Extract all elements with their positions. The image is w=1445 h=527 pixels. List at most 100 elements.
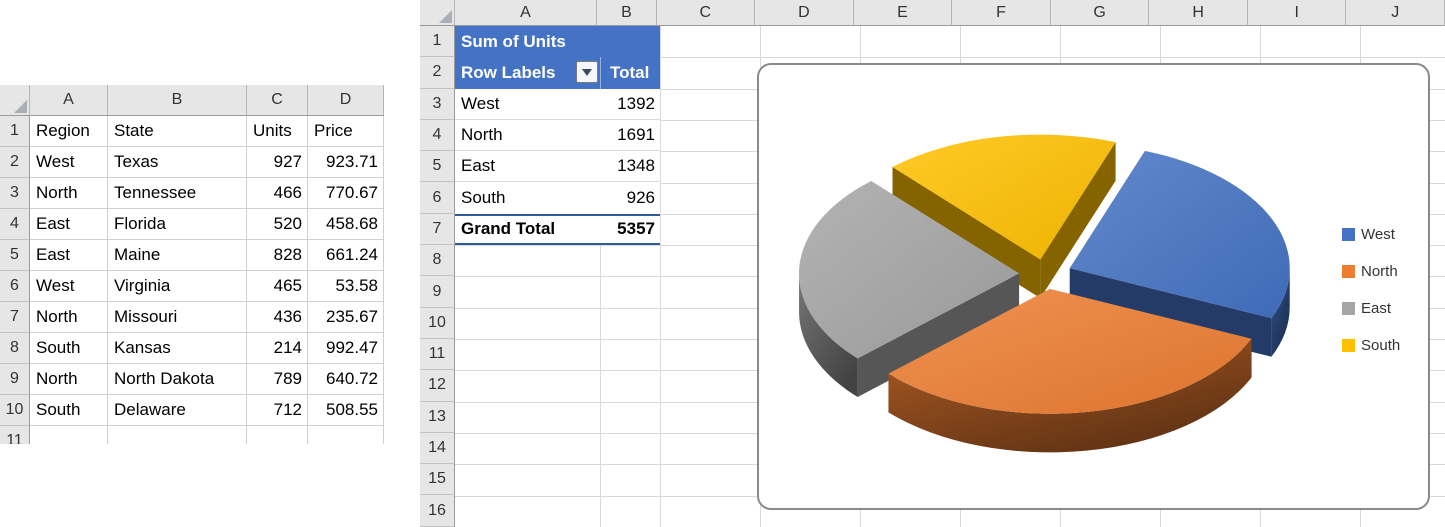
cell-empty[interactable] [247,426,308,444]
cell[interactable]: North [30,364,108,395]
cell-units-header[interactable]: Units [247,116,308,147]
legend-item-south[interactable]: South [1342,335,1400,355]
cell[interactable]: 923.71 [308,147,384,178]
column-header-h[interactable]: H [1149,0,1248,26]
pivot-total-header[interactable]: Total [600,57,660,88]
cell[interactable]: 53.58 [308,271,384,302]
row-number[interactable]: 11 [420,339,455,370]
row-number[interactable]: 1 [420,26,455,57]
row-number[interactable]: 8 [0,333,30,364]
cell[interactable]: 235.67 [308,302,384,333]
column-header-g[interactable]: G [1051,0,1150,26]
cell[interactable]: Texas [108,147,247,178]
pivot-row-value[interactable]: 1392 [600,89,660,119]
column-header-c[interactable]: C [247,85,308,116]
select-all-corner[interactable] [0,85,30,116]
cell[interactable]: North Dakota [108,364,247,395]
filter-dropdown-button[interactable] [576,61,598,83]
pivot-row-value[interactable]: 1348 [600,151,660,181]
cell-empty[interactable] [308,426,384,444]
column-header-d[interactable]: D [308,85,384,116]
column-header-b[interactable]: B [108,85,247,116]
pivot-row-value[interactable]: 926 [600,182,660,213]
row-number[interactable]: 3 [0,178,30,209]
cell[interactable]: Missouri [108,302,247,333]
row-number[interactable]: 5 [420,151,455,182]
row-number[interactable]: 3 [420,89,455,120]
cell[interactable]: North [30,302,108,333]
row-number[interactable]: 9 [420,276,455,307]
cell[interactable]: 640.72 [308,364,384,395]
pivot-row-value[interactable]: 1691 [600,120,660,150]
row-number[interactable]: 8 [420,245,455,276]
column-header-d[interactable]: D [755,0,854,26]
row-number[interactable]: 10 [420,308,455,339]
cell[interactable]: 458.68 [308,209,384,240]
pie-3d[interactable] [759,65,1428,508]
pivot-row-labels-header[interactable]: Row Labels [455,57,600,88]
column-header-a[interactable]: A [30,85,108,116]
cell-region-header[interactable]: Region [30,116,108,147]
cell[interactable]: 520 [247,209,308,240]
row-number[interactable]: 15 [420,464,455,495]
pivot-row-label[interactable]: North [455,120,600,150]
cell-empty[interactable] [30,426,108,444]
cell-price-header[interactable]: Price [308,116,384,147]
row-number[interactable]: 10 [0,395,30,426]
legend-item-west[interactable]: West [1342,224,1395,244]
cell[interactable]: West [30,147,108,178]
row-number[interactable]: 14 [420,433,455,464]
cell[interactable]: South [30,395,108,426]
cell[interactable]: 992.47 [308,333,384,364]
grand-total-label[interactable]: Grand Total [455,216,600,243]
cell[interactable]: 712 [247,395,308,426]
cell[interactable]: East [30,209,108,240]
column-header-b[interactable]: B [597,0,656,26]
row-number[interactable]: 9 [0,364,30,395]
cell[interactable]: 661.24 [308,240,384,271]
row-number[interactable]: 16 [420,495,455,526]
cell[interactable]: Maine [108,240,247,271]
cell[interactable]: Virginia [108,271,247,302]
row-number[interactable]: 6 [420,182,455,213]
cell[interactable]: 466 [247,178,308,209]
cell[interactable]: Florida [108,209,247,240]
cell[interactable]: 789 [247,364,308,395]
cell-state-header[interactable]: State [108,116,247,147]
pivot-row-label[interactable]: West [455,89,600,119]
cell[interactable]: South [30,333,108,364]
pivot-row-label[interactable]: East [455,151,600,181]
select-all-corner[interactable] [420,0,455,26]
row-number[interactable]: 4 [0,209,30,240]
cell[interactable]: West [30,271,108,302]
row-number[interactable]: 4 [420,120,455,151]
column-header-i[interactable]: I [1248,0,1347,26]
cell[interactable]: Tennessee [108,178,247,209]
cell-empty[interactable] [108,426,247,444]
cell[interactable]: Kansas [108,333,247,364]
pivot-row-label[interactable]: South [455,182,600,213]
cell[interactable]: 927 [247,147,308,178]
cell[interactable]: Delaware [108,395,247,426]
cell[interactable]: 828 [247,240,308,271]
pie-chart-area[interactable]: West North East South [757,63,1430,510]
row-number[interactable]: 5 [0,240,30,271]
grand-total-value[interactable]: 5357 [600,216,660,243]
cell[interactable]: 214 [247,333,308,364]
row-number[interactable]: 1 [0,116,30,147]
cell[interactable]: 465 [247,271,308,302]
row-number[interactable]: 7 [0,302,30,333]
column-header-c[interactable]: C [657,0,756,26]
row-number[interactable]: 11 [0,426,30,444]
column-header-f[interactable]: F [952,0,1051,26]
row-number[interactable]: 7 [420,214,455,245]
row-number[interactable]: 2 [0,147,30,178]
row-number[interactable]: 13 [420,402,455,433]
cell[interactable]: East [30,240,108,271]
column-header-j[interactable]: J [1346,0,1445,26]
column-header-e[interactable]: E [854,0,953,26]
legend-item-north[interactable]: North [1342,261,1398,281]
row-number[interactable]: 6 [0,271,30,302]
cell[interactable]: North [30,178,108,209]
row-number[interactable]: 2 [420,57,455,88]
